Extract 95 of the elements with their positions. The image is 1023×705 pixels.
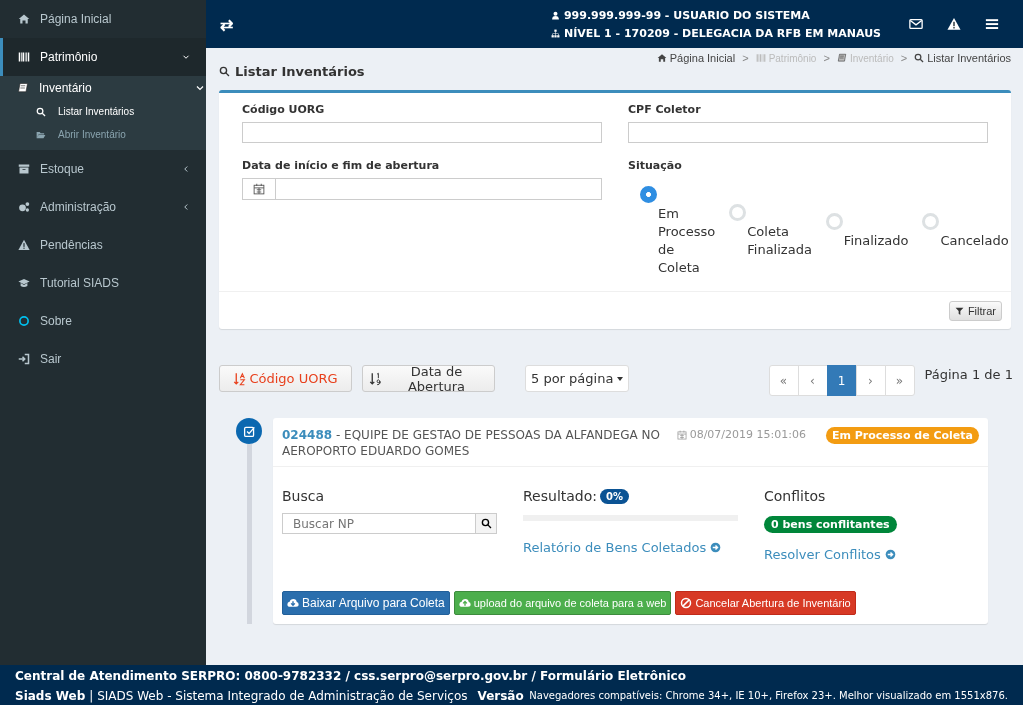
radio-label: Em Processo de Coleta [658, 205, 716, 277]
field-label: Código UORG [242, 103, 326, 116]
section-heading: Resultado: [523, 488, 597, 504]
home-icon [18, 13, 30, 25]
warning-icon [947, 17, 961, 31]
result-badge: 0% [600, 488, 629, 504]
warning-icon [18, 239, 30, 251]
page-title: Listar Inventários [219, 64, 365, 79]
radio-label: Coleta Finalizada [747, 223, 812, 259]
breadcrumb-link[interactable]: Página Inicial [656, 52, 736, 64]
action-button[interactable]: Baixar Arquivo para Coleta [282, 591, 450, 615]
circle-icon [18, 315, 30, 327]
gears-icon [18, 201, 30, 213]
section-heading: Conflitos [764, 487, 827, 505]
barcode-icon [18, 51, 30, 63]
inventory-date: 08/07/2019 15:01:06 [676, 428, 806, 441]
archive-box-icon [18, 163, 30, 175]
unit-name: NÍVEL 1 - 170209 - DELEGACIA DA RFB EM MANAUS [563, 26, 881, 40]
system-name: | SIADS Web - Sistema Integrado de Administração de Serviços [89, 688, 468, 703]
version-label: Versão [477, 688, 524, 703]
radio-label: Finalizado [843, 232, 909, 250]
check-square-icon [242, 424, 256, 438]
breadcrumb-separator: > [742, 52, 749, 64]
sidebar-toggle-button[interactable]: ⇄ [220, 14, 233, 34]
radio-label: Cancelado [940, 232, 1009, 250]
submenu-item[interactable]: Inventário [0, 76, 206, 100]
sign-in-icon [18, 353, 30, 365]
breadcrumb-separator: > [823, 52, 830, 64]
cloud-download-icon [287, 597, 299, 609]
cpf-input[interactable] [628, 122, 988, 143]
filter-button[interactable]: Filtrar [948, 301, 1002, 321]
sidebar-item[interactable]: Sair [0, 340, 206, 378]
uorg-input[interactable] [242, 122, 602, 143]
resolve-conflicts-link[interactable]: Resolver Conflitos [764, 547, 896, 562]
search-icon [914, 53, 925, 63]
pagination-button[interactable]: 1 [826, 365, 857, 396]
envelope-icon [909, 17, 923, 31]
date-range-field[interactable] [242, 178, 602, 200]
user-name: 999.999.999-99 - USUARIO DO SISTEMA [563, 8, 810, 22]
calendar-icon [676, 429, 687, 440]
arrow-circle-icon [710, 542, 722, 553]
search-icon [480, 518, 492, 529]
home-icon [656, 53, 667, 63]
breadcrumb-separator: > [900, 52, 908, 64]
cloud-upload-icon [458, 597, 471, 609]
sort-numeric-icon [369, 371, 382, 386]
sitemap-icon [550, 28, 560, 38]
folder-icon [36, 129, 46, 140]
pagination-button[interactable]: « [768, 365, 799, 396]
submenu-item[interactable]: Listar Inventários [0, 100, 206, 123]
contact-text: Central de Atendimento SERPRO: 0800-9782332 / css.serpro@serpro.gov.br / Formulário Eletrônico [15, 668, 687, 685]
search-input[interactable]: Buscar NP [282, 513, 476, 534]
ban-icon [680, 597, 693, 609]
field-label: Data de início e fim de abertura [242, 159, 441, 172]
field-label: Situação [628, 159, 683, 172]
pagination-button[interactable]: » [884, 365, 915, 396]
arrow-circle-icon [884, 549, 896, 560]
sidebar-item[interactable]: Sobre [0, 302, 206, 340]
inventory-title: 024488 - EQUIPE DE GESTAO DE PESSOAS DA ALFANDEGA NO AEROPORTO EDUARDO GOMES [282, 427, 661, 459]
book-icon [836, 53, 847, 63]
sort-button[interactable]: Código UORG [219, 365, 352, 392]
report-link[interactable]: Relatório de Bens Coletados [523, 540, 722, 555]
page-size-dropdown[interactable]: 5 por página [525, 365, 630, 392]
sidebar-item[interactable]: Estoque [0, 150, 206, 188]
sort-button[interactable]: Data de Abertura [362, 365, 495, 392]
breadcrumb-link[interactable]: Listar Inventários [914, 52, 1011, 64]
conflicts-badge: 0 bens conflitantes [764, 516, 897, 533]
barcode-icon [755, 53, 766, 63]
brand-name: Siads Web [15, 688, 86, 703]
radio-button[interactable] [640, 186, 657, 203]
action-button[interactable]: Cancelar Abertura de Inventário [675, 591, 856, 615]
filter-icon [954, 306, 964, 316]
search-button[interactable] [476, 513, 497, 534]
graduation-cap-icon [18, 277, 30, 289]
browser-note: Navegadores compatíveis: Chrome 34+, IE 10+, Firefox 23+. Melhor visualizado em 1551x876. [529, 690, 1008, 701]
pagination-button[interactable]: ‹ [797, 365, 828, 396]
section-heading: Busca [282, 487, 326, 505]
field-label: CPF Coletor [628, 103, 702, 116]
inventory-code-link[interactable]: 024488 [282, 428, 333, 442]
search-icon [36, 106, 46, 117]
sidebar-item[interactable]: Página Inicial [0, 0, 206, 38]
calendar-icon [253, 183, 265, 195]
sidebar-item[interactable]: Patrimônio [0, 38, 206, 76]
status-badge: Em Processo de Coleta [825, 427, 979, 444]
pagination-button[interactable]: › [855, 365, 886, 396]
sidebar-item[interactable]: Administração [0, 188, 206, 226]
sidebar-item[interactable]: Tutorial SIADS [0, 264, 206, 302]
book-icon [17, 82, 29, 94]
menu-icon [985, 17, 999, 31]
page-info: Página 1 de 1 [924, 367, 1013, 382]
user-icon [550, 10, 560, 20]
submenu-item[interactable]: Abrir Inventário [0, 123, 206, 146]
search-icon [219, 66, 230, 77]
sidebar-item[interactable]: Pendências [0, 226, 206, 264]
sort-alpha-icon [233, 371, 247, 386]
